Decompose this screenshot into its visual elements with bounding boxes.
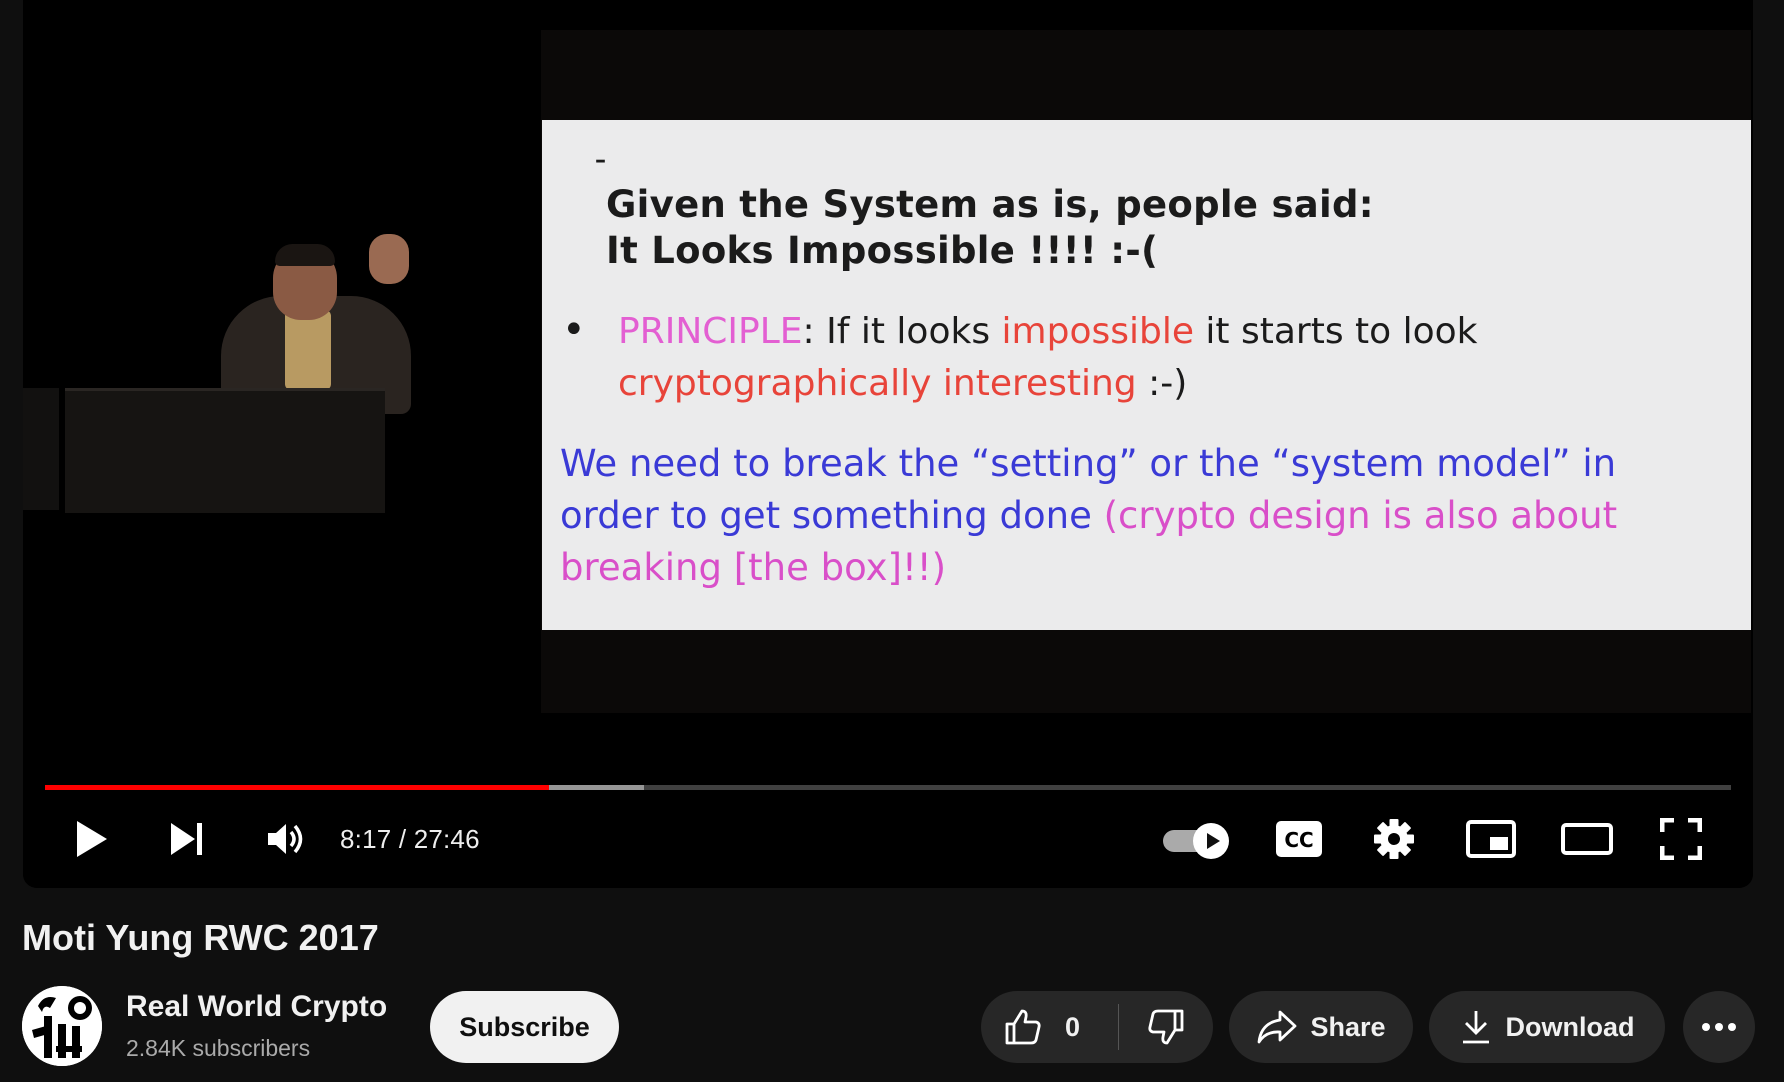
next-button[interactable] [163, 815, 211, 863]
like-dislike-group: 0 [981, 991, 1213, 1063]
slide-dash: – [595, 148, 606, 173]
bullet-dot: • [562, 307, 586, 353]
download-icon [1462, 1011, 1489, 1044]
channel-avatar[interactable] [22, 986, 102, 1066]
progress-played [45, 785, 549, 790]
thumbs-down-icon [1148, 1009, 1184, 1045]
time-display: 8:17 / 27:46 [340, 824, 480, 854]
autoplay-toggle[interactable] [1163, 823, 1229, 859]
presentation-slide: – Given the System as is, people said: I… [542, 120, 1751, 630]
download-button[interactable]: Download [1429, 991, 1665, 1063]
principle-label: PRINCIPLE [618, 311, 803, 352]
fullscreen-button[interactable] [1655, 815, 1707, 863]
slide-heading: Given the System as is, people said: It … [606, 183, 1374, 272]
podium [65, 388, 385, 513]
theater-button[interactable] [1557, 815, 1617, 863]
play-button[interactable] [67, 815, 115, 863]
fullscreen-icon [1660, 818, 1702, 860]
more-actions-button[interactable] [1683, 991, 1755, 1063]
share-icon [1258, 1010, 1297, 1044]
video-player[interactable]: – Given the System as is, people said: I… [23, 0, 1753, 888]
settings-icon [1374, 819, 1414, 859]
theater-icon [1561, 823, 1613, 855]
speaker-figure [23, 230, 433, 513]
volume-icon [268, 824, 303, 854]
slide-paragraph: We need to break the “setting” or the “s… [560, 442, 1618, 589]
svg-text:CC: CC [1284, 828, 1313, 852]
video-title: Moti Yung RWC 2017 [22, 917, 379, 958]
play-icon [77, 821, 107, 857]
miniplayer-button[interactable] [1463, 815, 1519, 863]
volume-button[interactable] [259, 815, 315, 863]
share-button[interactable]: Share [1229, 991, 1413, 1063]
subscriber-count: 2.84K subscribers [126, 1035, 311, 1061]
next-icon [171, 823, 202, 855]
thumbs-up-icon [1005, 1009, 1041, 1045]
captions-icon: CC [1276, 821, 1322, 857]
like-button[interactable]: 0 [981, 991, 1118, 1063]
autoplay-play-icon [1207, 833, 1220, 849]
like-count: 0 [1065, 1011, 1081, 1042]
miniplayer-icon [1466, 820, 1516, 858]
settings-button[interactable] [1368, 815, 1420, 863]
channel-logo-icon [22, 986, 102, 1066]
subscribe-button[interactable]: Subscribe [430, 991, 619, 1063]
video-frame[interactable]: – Given the System as is, people said: I… [23, 0, 1753, 888]
dislike-button[interactable] [1118, 991, 1213, 1063]
more-horizontal-icon [1702, 1023, 1736, 1031]
captions-button[interactable]: CC [1273, 815, 1325, 863]
channel-name[interactable]: Real World Crypto [126, 990, 387, 1024]
progress-bar[interactable] [45, 785, 1731, 790]
